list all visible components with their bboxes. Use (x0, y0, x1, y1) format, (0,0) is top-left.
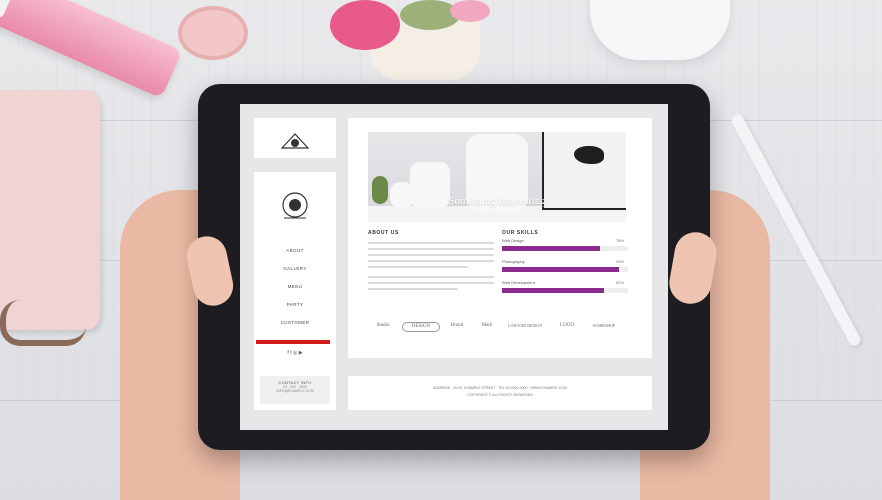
client-logo: Studio (376, 323, 390, 328)
skill-bar (502, 267, 628, 272)
client-logo: LOGO (560, 323, 574, 328)
lip-gloss-prop (0, 0, 183, 99)
client-logo: WORKSHOP (592, 323, 616, 328)
nav-party[interactable]: PARTY (254, 302, 336, 307)
crest-logo-icon (278, 130, 312, 152)
tablet-screen: ABOUT GALLERY MENU PARTY CUSTOMER f t ◎ … (240, 104, 668, 430)
skill-label: Web Design (502, 238, 524, 243)
coffee-cup-prop (590, 0, 730, 60)
pink-purse-prop (0, 90, 100, 330)
about-text-line (368, 276, 494, 278)
skill-bar (502, 288, 628, 293)
skill-value: 78% (616, 238, 625, 243)
client-logo: Brand (450, 323, 464, 328)
about-text-line (368, 282, 494, 284)
purse-strap (0, 300, 86, 346)
skill-value: 81% (616, 280, 625, 285)
crest-emblem-icon (278, 188, 312, 222)
nav-menu[interactable]: MENU (254, 284, 336, 289)
about-text-line (368, 248, 494, 250)
footer-line: COPYRIGHT © ALL RIGHTS RESERVED (467, 393, 533, 397)
accent-bar (256, 340, 330, 344)
small-flower (450, 0, 490, 22)
hero-title: Something Interesting (448, 195, 546, 207)
skill-label: Photography (502, 259, 525, 264)
skill-bar-fill (502, 246, 601, 251)
social-icons[interactable]: f t ◎ ▶ (254, 350, 336, 356)
skill-bar-fill (502, 267, 620, 272)
page-footer: ADDRESS · 00-00, EXAMPLE STREET · TEL 00… (348, 376, 652, 410)
about-text-line (368, 254, 494, 256)
skill-bar (502, 246, 628, 251)
rose-flower (330, 0, 400, 50)
client-logo: DESIGN (402, 322, 440, 332)
contact-box: CONTACT INFO 03 - 000 - 0000 INFO@EXAMPL… (260, 376, 330, 404)
skill-label: Web Development (502, 280, 535, 285)
skill-value: 93% (616, 259, 625, 264)
photo-scene: ABOUT GALLERY MENU PARTY CUSTOMER f t ◎ … (0, 0, 882, 500)
skills-title: OUR SKILLS (502, 230, 539, 236)
sidebar: ABOUT GALLERY MENU PARTY CUSTOMER f t ◎ … (254, 172, 336, 410)
skill-bar-fill (502, 288, 605, 293)
about-text-line (368, 288, 458, 290)
footer-line: ADDRESS · 00-00, EXAMPLE STREET · TEL 00… (433, 386, 567, 390)
nav-gallery[interactable]: GALLERY (254, 266, 336, 271)
sidebar-logo-box (254, 118, 336, 158)
main-content: Something Interesting ABOUT US OUR SKILL… (348, 118, 652, 358)
about-text-line (368, 242, 494, 244)
client-logo: Mark (481, 323, 493, 328)
client-logos: Studio DESIGN Brand Mark LOW END DESIGN … (368, 316, 628, 336)
about-text-line (368, 266, 468, 268)
contact-email: INFO@EXAMPLE.COM (276, 389, 314, 393)
hero-image: Something Interesting (368, 132, 626, 222)
nav-about[interactable]: ABOUT (254, 248, 336, 253)
client-logo: LOW END DESIGN (508, 323, 542, 328)
about-title: ABOUT US (368, 230, 399, 236)
about-text-line (368, 260, 494, 262)
nav-customer[interactable]: CUSTOMER (254, 320, 336, 325)
ring-prop (178, 6, 248, 60)
crow-icon (574, 146, 604, 164)
tablet-device: ABOUT GALLERY MENU PARTY CUSTOMER f t ◎ … (198, 84, 710, 450)
